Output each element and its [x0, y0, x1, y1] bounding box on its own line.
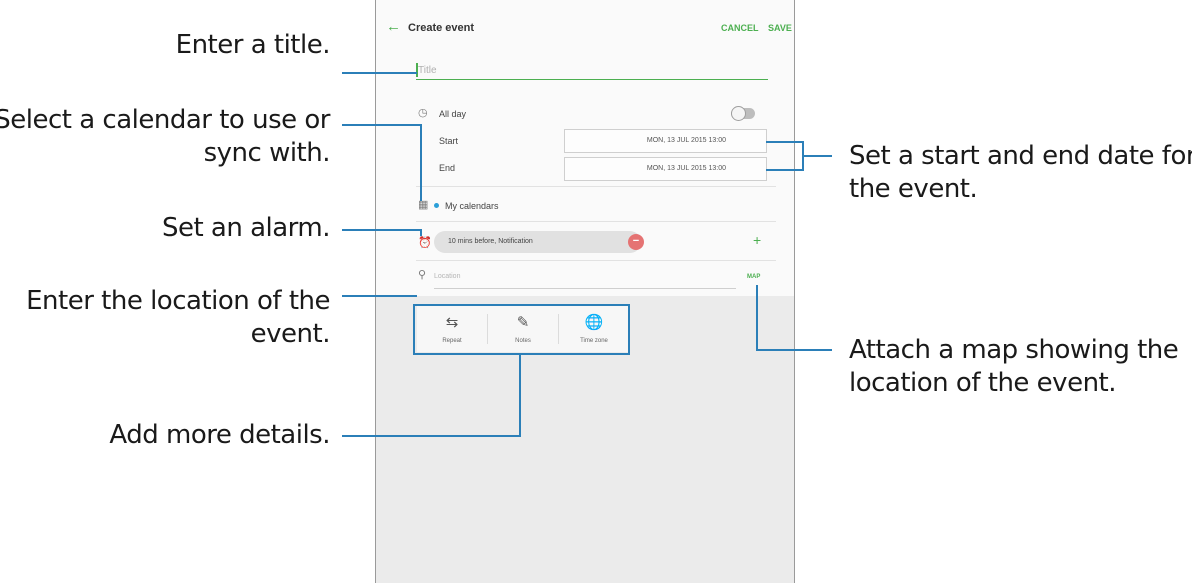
- time-zone-label: Time zone: [580, 338, 608, 344]
- map-button[interactable]: MAP: [747, 274, 760, 280]
- callout-calendar: Select a calendar to use or sync with.: [0, 104, 330, 170]
- callout-line-calendar: [342, 124, 422, 126]
- start-label: Start: [439, 136, 459, 146]
- callout-bracket-dates: [766, 169, 804, 171]
- callout-box-details: [413, 353, 630, 355]
- repeat-icon: ⇆: [445, 314, 459, 331]
- end-label: End: [439, 163, 456, 173]
- location-pin-icon: ⚲: [418, 269, 427, 281]
- callout-bracket-dates: [766, 141, 804, 143]
- callout-box-details: [413, 304, 415, 355]
- callout-alarm: Set an alarm.: [161, 212, 331, 245]
- callout-text: Enter the location of the: [26, 286, 330, 316]
- alarm-chip[interactable]: 10 mins before, Notification: [434, 231, 641, 253]
- divider: [416, 221, 776, 222]
- callout-text: the event.: [849, 174, 978, 204]
- callout-line-dates: [802, 155, 832, 157]
- save-button[interactable]: SAVE: [768, 23, 792, 33]
- callout-line-map: [756, 285, 758, 351]
- callout-map: Attach a map showing the location of the…: [849, 334, 1179, 400]
- notes-button[interactable]: ✎ Notes: [488, 306, 558, 352]
- callout-line-details: [342, 435, 521, 437]
- callout-title: Enter a title.: [175, 29, 331, 62]
- all-day-toggle[interactable]: [731, 106, 755, 121]
- location-underline: [434, 288, 736, 289]
- callout-text: Set an alarm.: [161, 213, 331, 243]
- remove-alarm-icon[interactable]: −: [628, 234, 644, 250]
- detail-options-bar: ⇆ Repeat ✎ Notes 🌐 Time zone: [417, 306, 628, 352]
- create-event-form: ← Create event CANCEL SAVE ◷ All day Sta…: [376, 0, 794, 296]
- callout-text: event.: [250, 319, 331, 349]
- divider: [416, 260, 776, 261]
- callout-line-title: [342, 72, 417, 74]
- callout-line-map: [756, 349, 832, 351]
- callout-text: Add more details.: [109, 420, 330, 450]
- callout-text: Attach a map showing the: [849, 335, 1179, 365]
- end-date-field[interactable]: MON, 13 JUL 2015 13:00: [564, 157, 767, 181]
- callout-line-alarm: [420, 229, 422, 236]
- location-input[interactable]: Location: [434, 273, 460, 280]
- back-arrow-icon[interactable]: ←: [386, 18, 401, 35]
- callout-line-calendar: [420, 124, 422, 201]
- callout-text: Set a start and end date for: [849, 141, 1192, 171]
- repeat-label: Repeat: [442, 338, 462, 344]
- all-day-label: All day: [439, 109, 467, 119]
- app-bar: ← Create event CANCEL SAVE: [376, 0, 794, 58]
- callout-details: Add more details.: [109, 419, 330, 452]
- callout-dates: Set a start and end date for the event.: [849, 140, 1192, 206]
- cancel-button[interactable]: CANCEL: [721, 23, 759, 33]
- calendar-color-dot: [434, 203, 439, 208]
- callout-location: Enter the location of the event.: [26, 285, 330, 351]
- add-alarm-icon[interactable]: +: [753, 232, 761, 248]
- clock-icon: ◷: [418, 107, 428, 119]
- alarm-icon: ⏰: [418, 237, 432, 249]
- toggle-knob: [731, 106, 746, 121]
- text-cursor: [416, 63, 418, 77]
- callout-text: Select a calendar to use or: [0, 105, 330, 135]
- callout-text: sync with.: [203, 138, 331, 168]
- notes-icon: ✎: [516, 314, 530, 331]
- callout-box-details: [628, 304, 630, 355]
- time-zone-icon: 🌐: [584, 314, 604, 331]
- repeat-button[interactable]: ⇆ Repeat: [417, 306, 487, 352]
- callout-line-details: [519, 353, 521, 437]
- callout-text: location of the event.: [849, 368, 1117, 398]
- callout-line-location: [342, 295, 417, 297]
- time-zone-button[interactable]: 🌐 Time zone: [559, 306, 629, 352]
- phone-screen: ← Create event CANCEL SAVE ◷ All day Sta…: [375, 0, 795, 583]
- title-input[interactable]: [416, 62, 768, 80]
- calendar-selector[interactable]: My calendars: [445, 201, 499, 211]
- notes-label: Notes: [515, 338, 531, 344]
- start-date-field[interactable]: MON, 13 JUL 2015 13:00: [564, 129, 767, 153]
- callout-text: Enter a title.: [175, 30, 331, 60]
- callout-line-alarm: [342, 229, 422, 231]
- screen-title: Create event: [408, 22, 475, 34]
- callout-box-details: [413, 304, 630, 306]
- divider: [416, 186, 776, 187]
